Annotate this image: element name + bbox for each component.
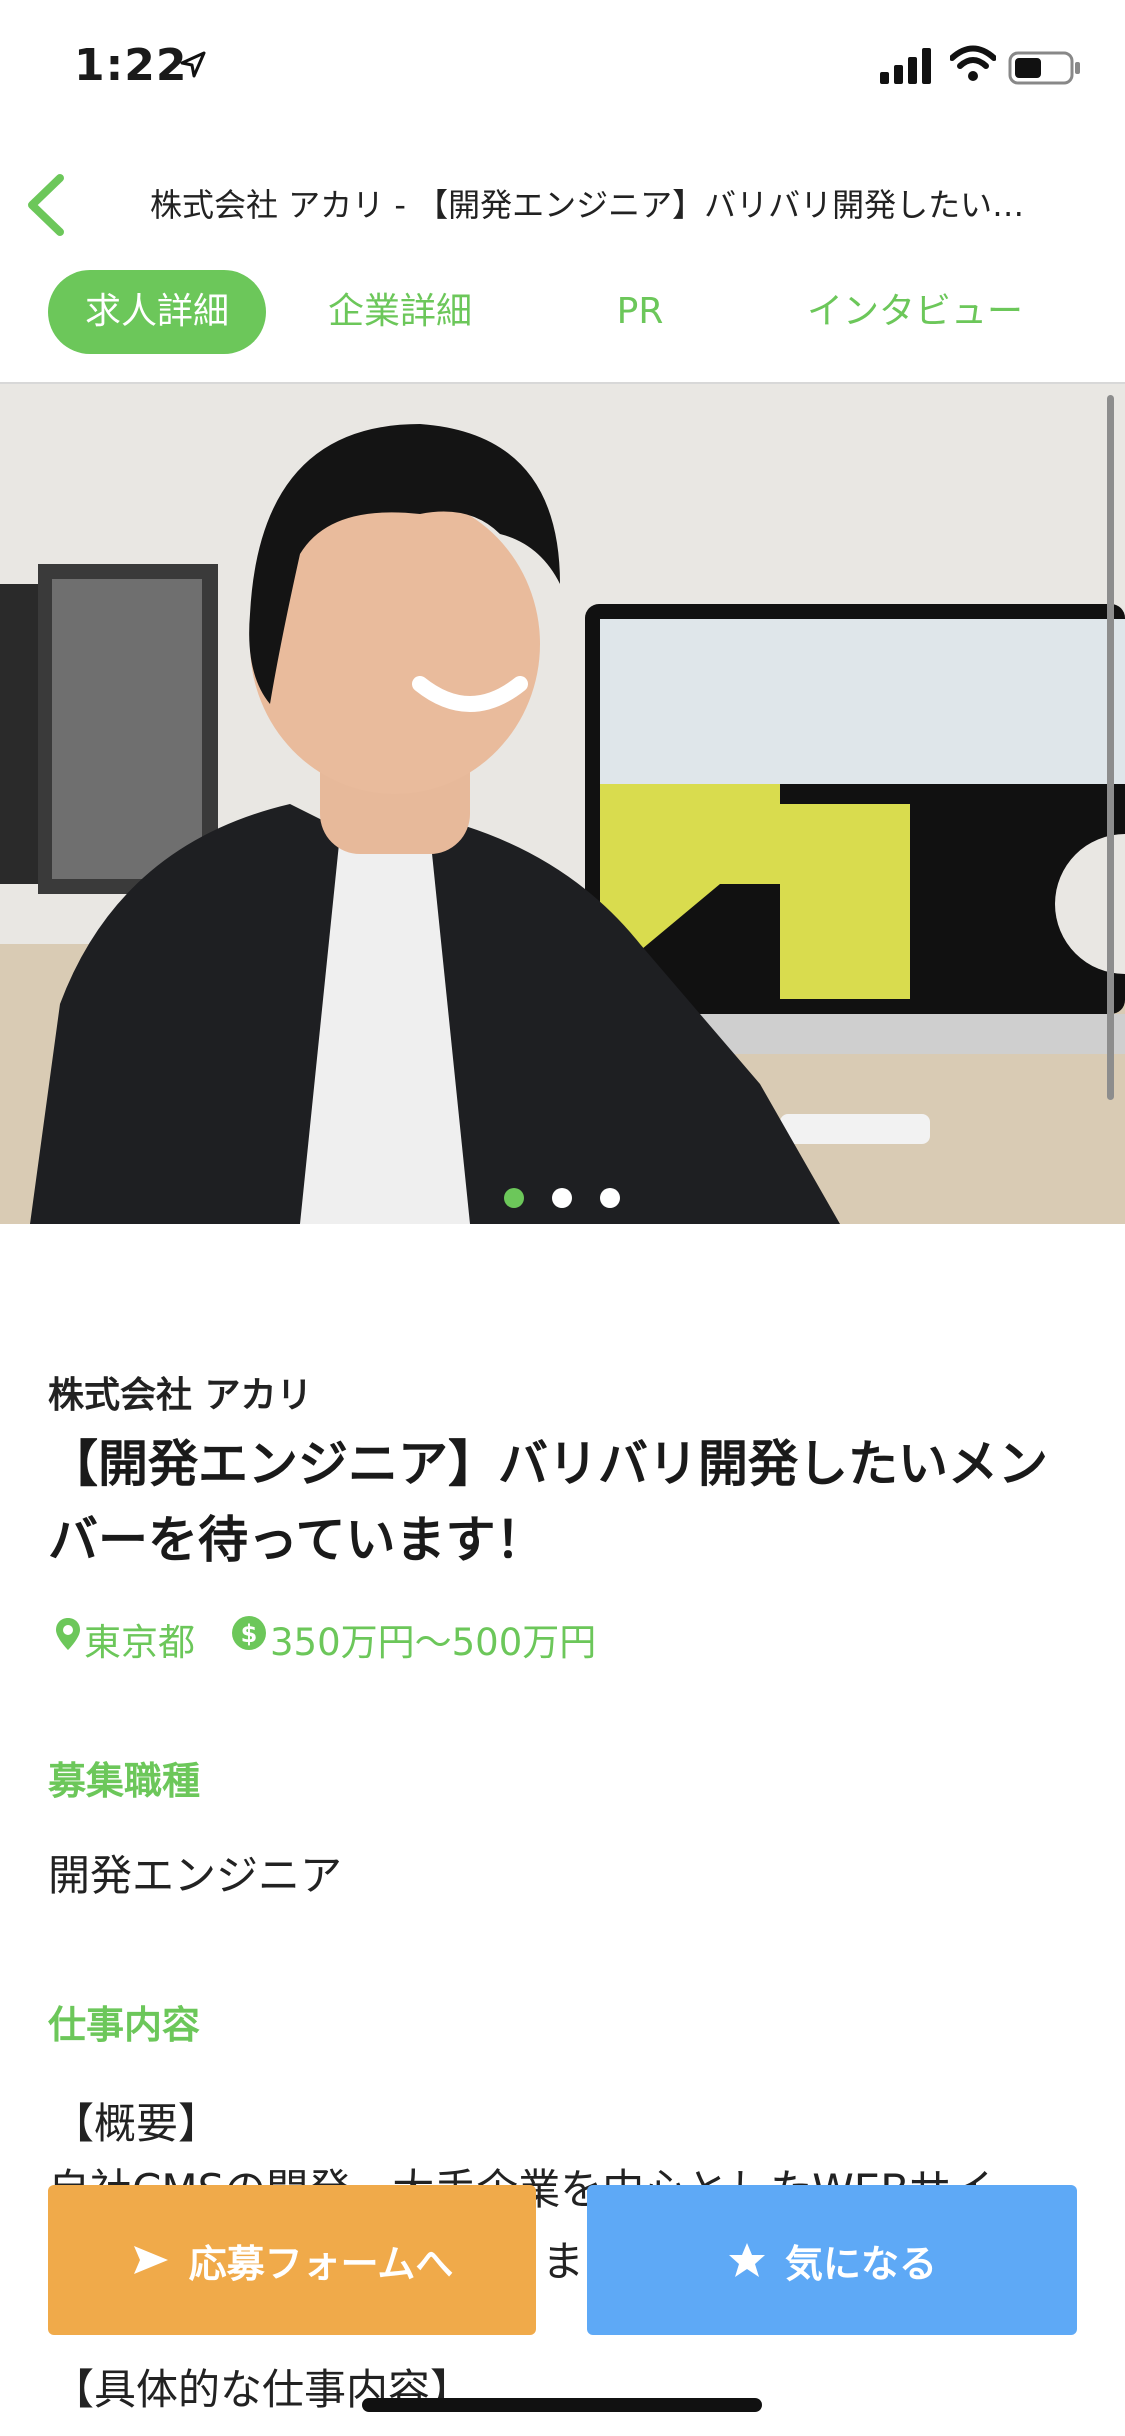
favorite-button[interactable]: 気になる: [587, 2185, 1077, 2335]
tab-bar: 求人詳細 企業詳細 PR インタビュー: [0, 265, 1125, 365]
star-icon: [728, 2243, 765, 2277]
job-title: 【開発エンジニア】バリバリ開発したいメンバーを待っています！: [48, 1435, 1048, 1569]
send-arrow-icon: [133, 2246, 168, 2274]
status-time: 1:22: [74, 40, 188, 91]
tab-company-details[interactable]: 企業詳細: [300, 270, 500, 354]
status-bar: 1:22: [0, 0, 1125, 132]
carousel-dot-3[interactable]: [600, 1188, 620, 1208]
nav-title: 株式会社 アカリ - 【開発エンジニア】バリバリ開発したい…: [150, 186, 1025, 224]
overview-text-continued: ま: [542, 2237, 585, 2286]
photo-carousel[interactable]: [0, 384, 1125, 1224]
dollar-icon: $: [232, 1616, 266, 1650]
tab-job-details[interactable]: 求人詳細: [48, 270, 266, 354]
work-content-heading: 仕事内容: [48, 2003, 201, 2047]
tab-interview[interactable]: インタビュー: [780, 270, 1050, 354]
navigation-bar: 株式会社 アカリ - 【開発エンジニア】バリバリ開発したい…: [0, 150, 1125, 260]
carousel-photo: [0, 384, 1125, 1224]
carousel-dot-2[interactable]: [552, 1188, 572, 1208]
location-pin-icon: [56, 1618, 80, 1650]
scroll-indicator[interactable]: [1107, 395, 1114, 1100]
favorite-button-label: 気になる: [784, 2241, 937, 2286]
overview-label: 【概要】: [52, 2099, 221, 2148]
back-chevron-icon[interactable]: [20, 170, 70, 240]
home-indicator[interactable]: [362, 2398, 762, 2412]
battery-icon: [1008, 51, 1080, 85]
job-detail-screen: 1:22 株式会社 アカリ - 【開発エンジニア】バリバリ開発したい… 求人詳細…: [0, 0, 1125, 2436]
carousel-page-indicator: [500, 1188, 630, 1214]
job-salary: 350万円〜500万円: [270, 1621, 597, 1664]
cellular-signal-icon: [880, 48, 931, 84]
carousel-dot-1[interactable]: [504, 1188, 524, 1208]
wifi-icon: [950, 45, 996, 81]
job-type-value: 開発エンジニア: [48, 1851, 343, 1900]
job-type-heading: 募集職種: [48, 1759, 201, 1803]
apply-button-label: 応募フォームへ: [188, 2241, 454, 2286]
company-name: 株式会社 アカリ: [48, 1375, 313, 1416]
location-arrow-icon: [180, 51, 206, 78]
job-location: 東京都: [84, 1621, 195, 1664]
tab-pr[interactable]: PR: [560, 270, 720, 354]
svg-text:$: $: [241, 1620, 258, 1648]
apply-form-button[interactable]: 応募フォームへ: [48, 2185, 536, 2335]
